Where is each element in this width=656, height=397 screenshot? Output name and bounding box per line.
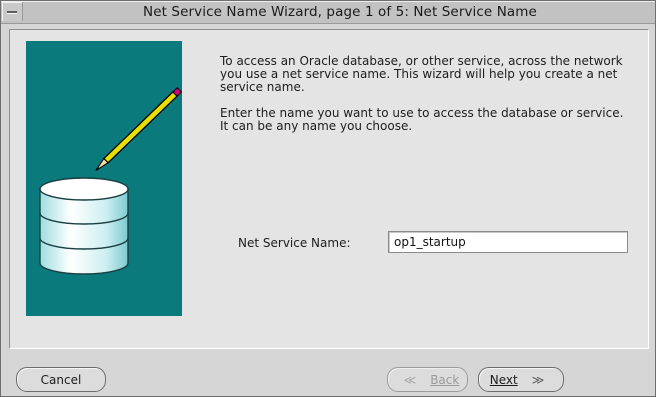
intro-text: To access an Oracle database, or other s…: [220, 55, 635, 146]
window-menu-button[interactable]: [2, 2, 23, 21]
back-button[interactable]: ≪ Back: [387, 367, 468, 392]
wizard-window: Net Service Name Wizard, page 1 of 5: Ne…: [0, 0, 656, 397]
intro-paragraph-1: To access an Oracle database, or other s…: [220, 54, 623, 94]
net-service-name-label: Net Service Name:: [238, 236, 351, 250]
cancel-button-label: Cancel: [40, 372, 82, 387]
next-button-label: Next: [489, 372, 518, 387]
database-pencil-icon: [26, 41, 182, 316]
back-arrow-icon: ≪: [403, 372, 417, 387]
window-menu-icon: [7, 11, 17, 14]
net-service-name-input[interactable]: [388, 231, 628, 253]
back-button-label: Back: [430, 372, 460, 387]
next-button[interactable]: Next ≫: [478, 367, 564, 392]
cancel-button[interactable]: Cancel: [16, 367, 106, 392]
wizard-content-panel: To access an Oracle database, or other s…: [9, 29, 649, 349]
next-arrow-icon: ≫: [531, 372, 545, 387]
intro-paragraph-2: Enter the name you want to use to access…: [220, 106, 624, 133]
title-bar[interactable]: Net Service Name Wizard, page 1 of 5: Ne…: [1, 1, 655, 24]
window-title: Net Service Name Wizard, page 1 of 5: Ne…: [143, 4, 537, 20]
